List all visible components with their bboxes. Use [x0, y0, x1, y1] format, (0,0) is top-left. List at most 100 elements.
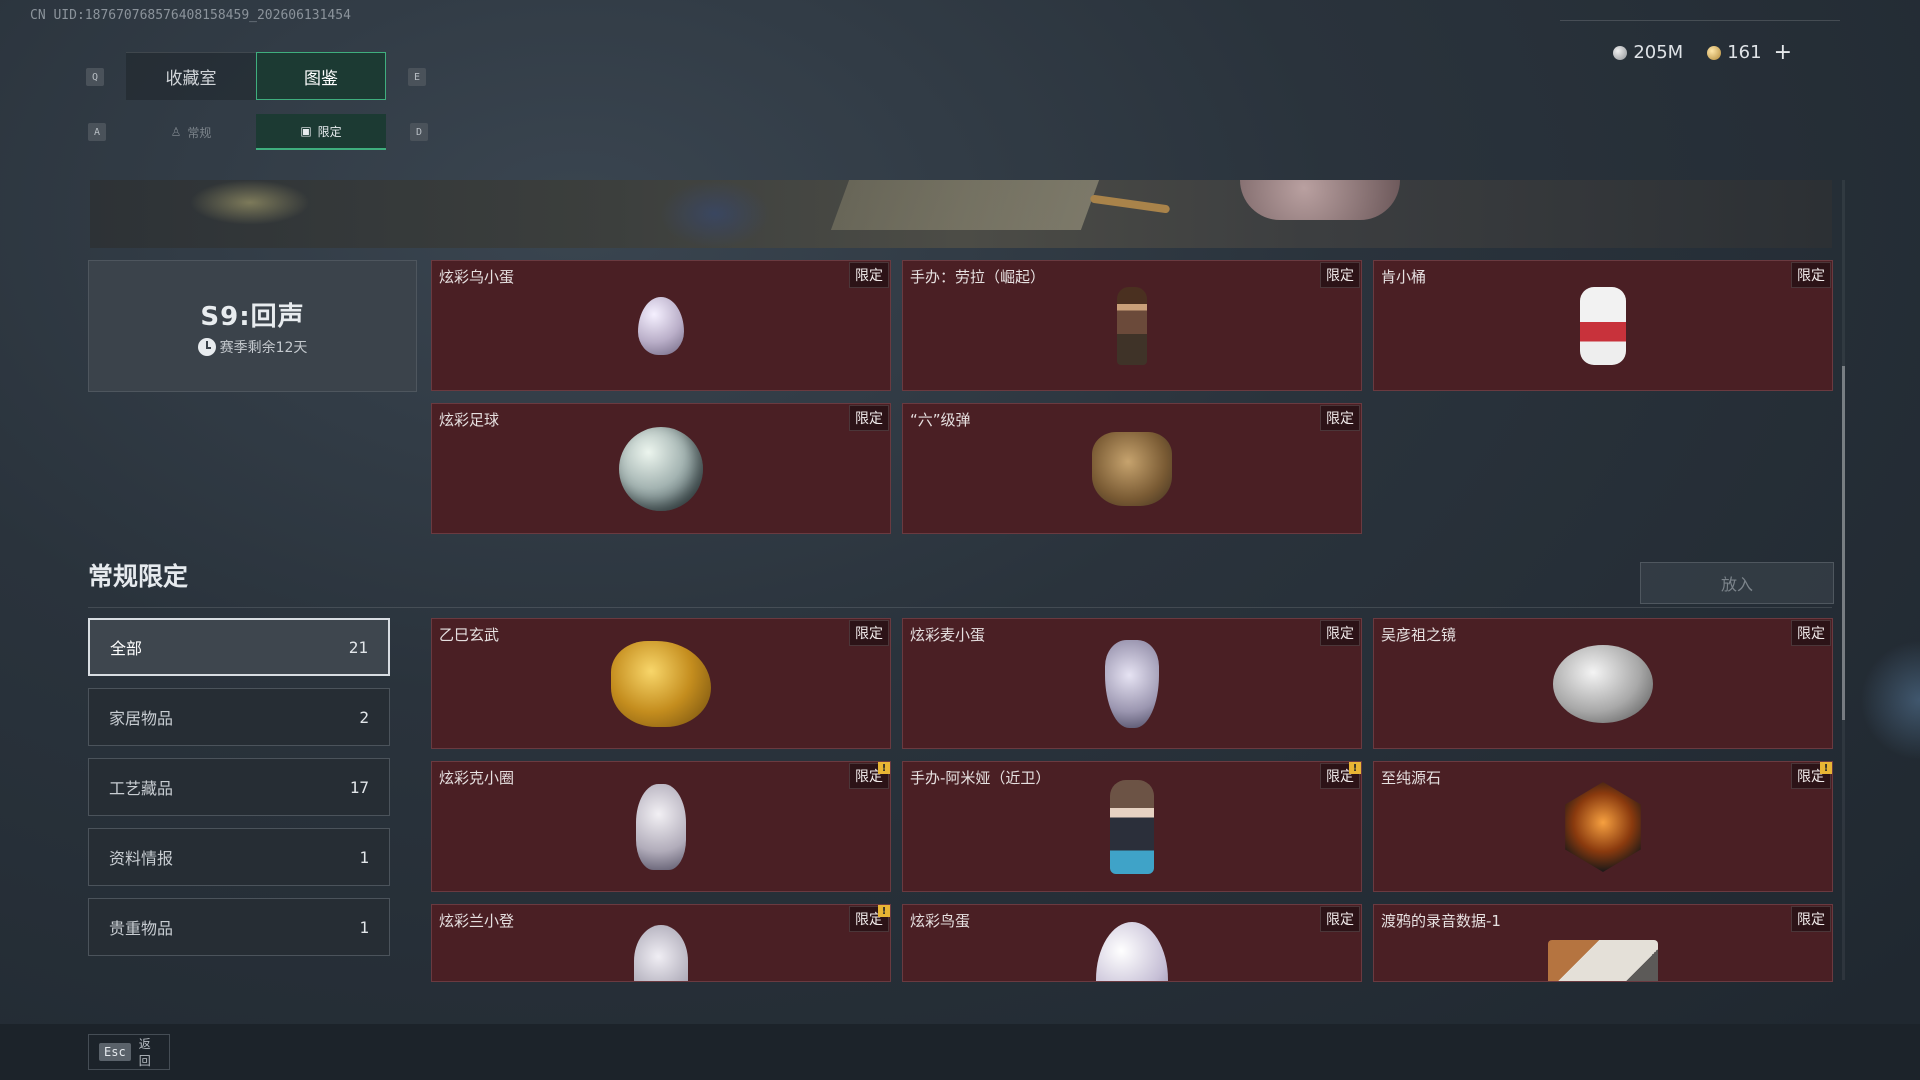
compact-mirror-art	[1553, 645, 1653, 723]
item-card[interactable]: 炫彩乌小蛋 限定	[431, 260, 891, 391]
category-label: 资料情报	[109, 849, 174, 868]
image-icon: ▣	[300, 124, 312, 138]
lan-figure-art	[634, 925, 688, 981]
football-art	[619, 427, 703, 511]
new-alert-icon: !	[878, 762, 890, 774]
season-remaining: 赛季剩余12天	[197, 337, 308, 357]
bottom-bar	[0, 1024, 1920, 1080]
item-card[interactable]: 吴彦祖之镜 限定	[1373, 618, 1833, 749]
add-currency-button[interactable]: +	[1774, 40, 1792, 65]
gold-amount: 161	[1727, 42, 1762, 63]
season-title: S9:回声	[200, 301, 305, 332]
bird-egg-art	[1096, 922, 1168, 981]
item-card[interactable]: 肯小桶 限定	[1373, 260, 1833, 391]
crow-egg-art	[638, 297, 684, 355]
key-hint-e: E	[408, 68, 426, 86]
silver-currency: 205M	[1613, 42, 1683, 63]
item-card[interactable]: 炫彩麦小蛋 限定	[902, 618, 1362, 749]
item-name: 渡鸦的录音数据-1	[1381, 912, 1501, 930]
item-name: “六”级弹	[910, 411, 971, 429]
season-panel: S9:回声 赛季剩余12天	[88, 260, 417, 392]
category-label: 贵重物品	[109, 919, 174, 938]
amiya-figure-art	[1110, 780, 1154, 874]
tab-codex[interactable]: 图鉴	[256, 52, 386, 100]
key-hint-a: A	[88, 123, 106, 141]
category-count: 1	[359, 847, 369, 867]
item-card[interactable]: 乙巳玄武 限定	[431, 618, 891, 749]
item-name: 肯小桶	[1381, 268, 1427, 286]
key-hint-d: D	[410, 123, 428, 141]
item-name: 手办-阿米娅（近卫）	[910, 769, 1051, 787]
tab-regular[interactable]: ♙ 常规	[126, 114, 256, 150]
item-card[interactable]: 炫彩克小圈 限定 !	[431, 761, 891, 892]
back-button[interactable]: Esc 返回	[88, 1034, 170, 1070]
item-name: 炫彩麦小蛋	[910, 626, 986, 644]
limited-badge: 限定	[1791, 262, 1831, 288]
item-name: 炫彩兰小登	[439, 912, 515, 930]
item-card[interactable]: 手办-阿米娅（近卫） 限定 !	[902, 761, 1362, 892]
bunny-egg-art	[1105, 640, 1159, 728]
item-card[interactable]: “六”级弹 限定	[902, 403, 1362, 534]
new-alert-icon: !	[878, 905, 890, 917]
category-household[interactable]: 家居物品 2	[88, 688, 390, 746]
girl-figure-art	[636, 784, 686, 870]
tab-collection-room[interactable]: 收藏室	[126, 52, 256, 100]
category-count: 1	[359, 917, 369, 937]
item-card[interactable]: 渡鸦的录音数据-1 限定	[1373, 904, 1833, 982]
item-name: 炫彩克小圈	[439, 769, 515, 787]
category-crafts[interactable]: 工艺藏品 17	[88, 758, 390, 816]
limited-badge: 限定	[849, 405, 889, 431]
item-name: 炫彩足球	[439, 411, 500, 429]
esc-key-hint: Esc	[99, 1043, 131, 1061]
limited-badge: 限定	[1791, 620, 1831, 646]
item-name: 吴彦祖之镜	[1381, 626, 1457, 644]
lara-figure-art	[1117, 287, 1147, 365]
back-label: 返回	[138, 1037, 151, 1068]
category-label: 工艺藏品	[109, 779, 174, 798]
category-label: 家居物品	[109, 709, 174, 728]
category-valuables[interactable]: 贵重物品 1	[88, 898, 390, 956]
tab-regular-label: 常规	[187, 125, 212, 140]
main-tabs: 收藏室 图鉴	[126, 52, 386, 100]
category-count: 17	[349, 777, 369, 797]
limited-badge: 限定	[1320, 620, 1360, 646]
category-all[interactable]: 全部 21	[88, 618, 390, 676]
hand-gesture-art	[1092, 432, 1172, 506]
uid-label: CN UID:187670768576408158459_20260613145…	[30, 8, 351, 23]
category-intel[interactable]: 资料情报 1	[88, 828, 390, 886]
figure-icon: ♙	[170, 125, 182, 139]
item-name: 至纯源石	[1381, 769, 1442, 787]
scrollbar-thumb[interactable]	[1842, 366, 1845, 720]
item-card[interactable]: 炫彩兰小登 限定 !	[431, 904, 891, 982]
recorder-tape-art	[1548, 940, 1658, 981]
tab-limited[interactable]: ▣ 限定	[256, 114, 386, 150]
item-card[interactable]: 炫彩足球 限定	[431, 403, 891, 534]
category-count: 21	[348, 637, 368, 657]
bucket-figure-art	[1580, 287, 1626, 365]
limited-badge: 限定	[1320, 906, 1360, 932]
item-card[interactable]: 手办：劳拉（崛起） 限定	[902, 260, 1362, 391]
limited-badge: 限定	[849, 620, 889, 646]
golden-turtle-art	[611, 641, 711, 727]
section-title: 常规限定	[88, 562, 189, 591]
item-card[interactable]: 炫彩鸟蛋 限定	[902, 904, 1362, 982]
put-in-button[interactable]: 放入	[1640, 562, 1834, 604]
background-glow	[1860, 640, 1920, 760]
category-count: 2	[359, 707, 369, 727]
limited-badge: 限定	[1791, 906, 1831, 932]
currency-bar: 205M 161 +	[1613, 40, 1792, 65]
new-alert-icon: !	[1349, 762, 1361, 774]
season-remaining-text: 赛季剩余12天	[219, 339, 308, 356]
gold-currency: 161 +	[1707, 40, 1792, 65]
sub-tabs: ♙ 常规 ▣ 限定	[126, 114, 386, 150]
season-banner-image	[90, 180, 1832, 248]
limited-badge: 限定	[1320, 405, 1360, 431]
key-hint-q: Q	[86, 68, 104, 86]
clock-icon	[197, 337, 216, 356]
item-card[interactable]: 至纯源石 限定 !	[1373, 761, 1833, 892]
section-divider	[88, 607, 1832, 608]
item-name: 乙巳玄武	[439, 626, 500, 644]
limited-badge: 限定	[849, 262, 889, 288]
gold-coin-icon	[1707, 45, 1722, 60]
item-name: 炫彩鸟蛋	[910, 912, 971, 930]
